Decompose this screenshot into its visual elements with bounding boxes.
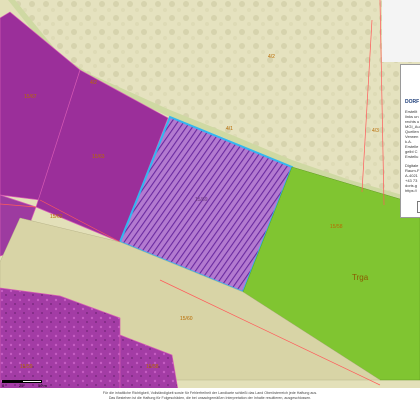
cadastral-map[interactable]: 15/67 15/63 15/69 15/62 15/60 15/58 15/5… xyxy=(0,0,420,420)
parcel-label: 15/58 xyxy=(330,224,343,230)
map-margin xyxy=(382,0,420,62)
road-label: 4/2 xyxy=(268,54,275,60)
disclaimer: Für die inhaltliche Richtigkeit, Vollstä… xyxy=(0,391,420,401)
legend-line: https:// xyxy=(405,188,418,193)
scale-bar: 0 25 50 m xyxy=(2,379,52,388)
parcel-label: 15/69 xyxy=(195,197,208,203)
legend-line: Erstellu xyxy=(405,154,419,159)
road-label: 4/3 xyxy=(372,128,379,134)
parcel-label: 15/59 xyxy=(20,364,33,370)
parcel-label: 15/58 xyxy=(146,364,159,370)
parcel-label: 15/63 xyxy=(92,154,105,160)
parcel-label: 15/60 xyxy=(180,316,193,322)
road-label: 4/1 xyxy=(226,126,233,132)
legend-title: DORF xyxy=(405,99,420,105)
parcel-label: 15/67 xyxy=(24,94,37,100)
land-use-label: Trga xyxy=(352,273,369,282)
legend-panel[interactable]: DORF Erstellt links un rechts u MGI_Au Q… xyxy=(400,64,420,218)
map-view[interactable]: 15/67 15/63 15/69 15/62 15/60 15/58 15/5… xyxy=(0,0,420,420)
road-label: 4/2 xyxy=(90,80,97,86)
parcel-label: 15/62 xyxy=(50,214,63,220)
disclaimer-line: Das Bestehen ist die Haftung für Folgesc… xyxy=(108,396,312,400)
